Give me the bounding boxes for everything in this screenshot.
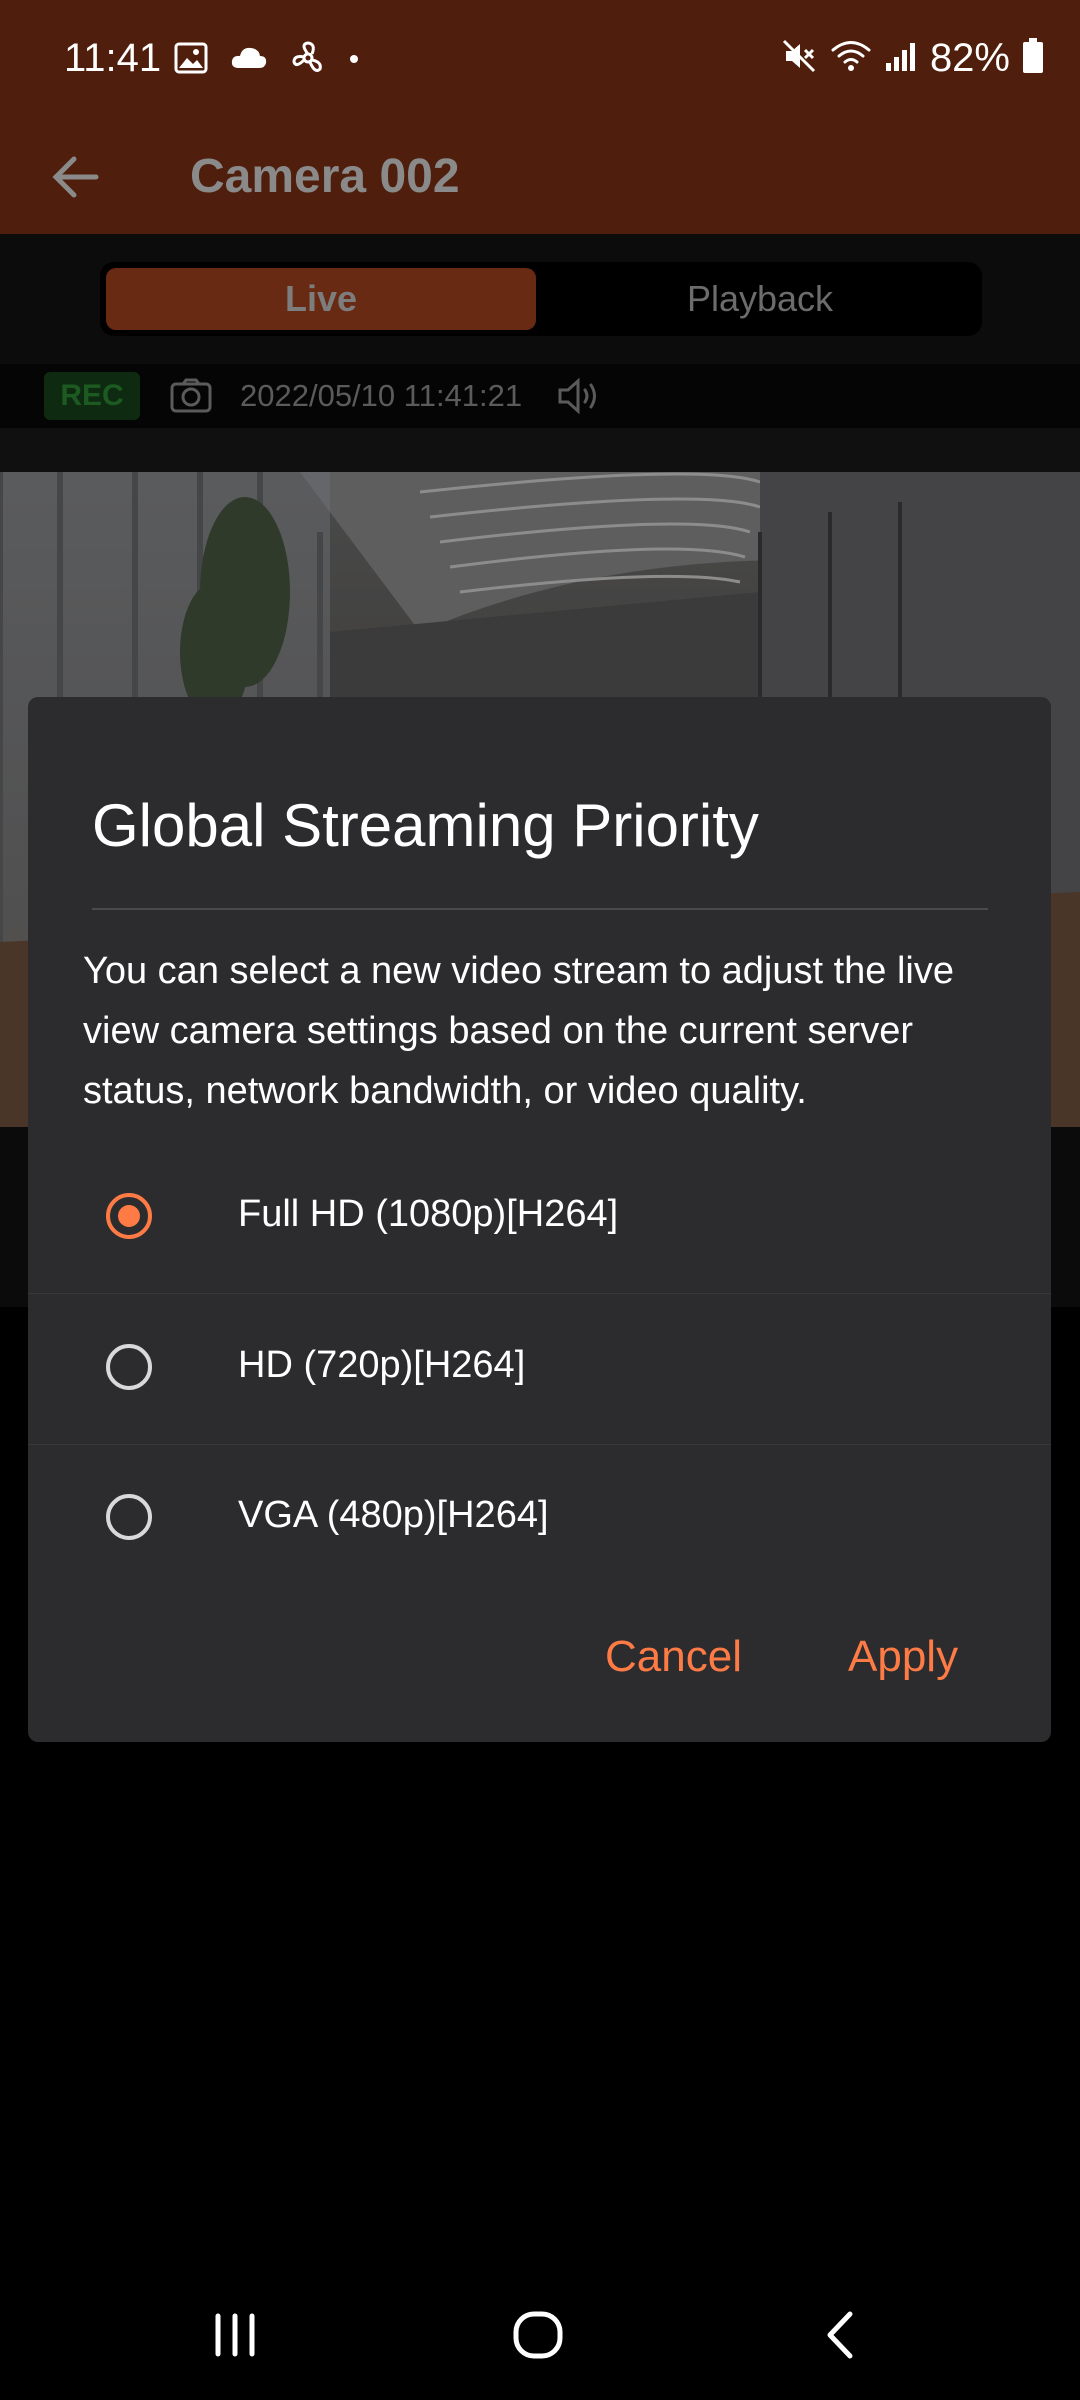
mute-icon (780, 37, 818, 80)
segmented-control: Live Playback (100, 262, 982, 336)
system-navigation-bar (0, 2270, 1080, 2400)
streaming-priority-dialog: Global Streaming Priority You can select… (28, 697, 1051, 1742)
option-hd[interactable]: HD (720p)[H264] (28, 1294, 1051, 1445)
page-title: Camera 002 (190, 150, 460, 203)
radio-button[interactable] (106, 1494, 152, 1540)
dialog-divider (92, 908, 988, 910)
option-label: VGA (480p)[H264] (238, 1494, 549, 1536)
option-label: HD (720p)[H264] (238, 1344, 526, 1386)
cloud-icon (230, 44, 268, 77)
camera-info-strip: REC 2022/05/10 11:41:21 (0, 364, 1080, 428)
apply-button[interactable]: Apply (848, 1632, 958, 1682)
rec-badge: REC (44, 372, 140, 420)
dialog-title: Global Streaming Priority (92, 792, 759, 859)
option-full-hd[interactable]: Full HD (1080p)[H264] (28, 1143, 1051, 1294)
cancel-button[interactable]: Cancel (605, 1632, 742, 1682)
option-vga[interactable]: VGA (480p)[H264] (28, 1444, 1051, 1594)
back-arrow-icon[interactable] (44, 145, 108, 209)
app-bar: Camera 002 (0, 120, 1080, 234)
snapshot-camera-icon[interactable] (170, 378, 212, 419)
gallery-icon (174, 41, 208, 80)
signal-icon (884, 39, 918, 78)
spacer (0, 428, 1080, 472)
wifi-icon (830, 38, 872, 79)
option-label: Full HD (1080p)[H264] (238, 1193, 619, 1235)
status-bar: 11:41 82% (0, 0, 1080, 120)
dialog-message: You can select a new video stream to adj… (83, 950, 954, 1112)
home-icon[interactable] (512, 2310, 564, 2365)
radio-button[interactable] (106, 1344, 152, 1390)
fan-icon (290, 40, 326, 81)
tab-live[interactable]: Live (106, 268, 536, 330)
radio-button-selected[interactable] (106, 1193, 152, 1239)
battery-icon (1022, 38, 1044, 79)
battery-percentage: 82% (929, 36, 1010, 80)
back-nav-icon[interactable] (822, 2310, 858, 2365)
dot-icon (348, 52, 360, 70)
recent-apps-icon[interactable] (210, 2310, 260, 2365)
status-time: 11:41 (64, 36, 162, 80)
timestamp: 2022/05/10 11:41:21 (240, 378, 523, 413)
tab-playback[interactable]: Playback (545, 268, 975, 330)
speaker-icon[interactable] (556, 376, 606, 421)
view-mode-tabs: Live Playback (0, 234, 1080, 364)
